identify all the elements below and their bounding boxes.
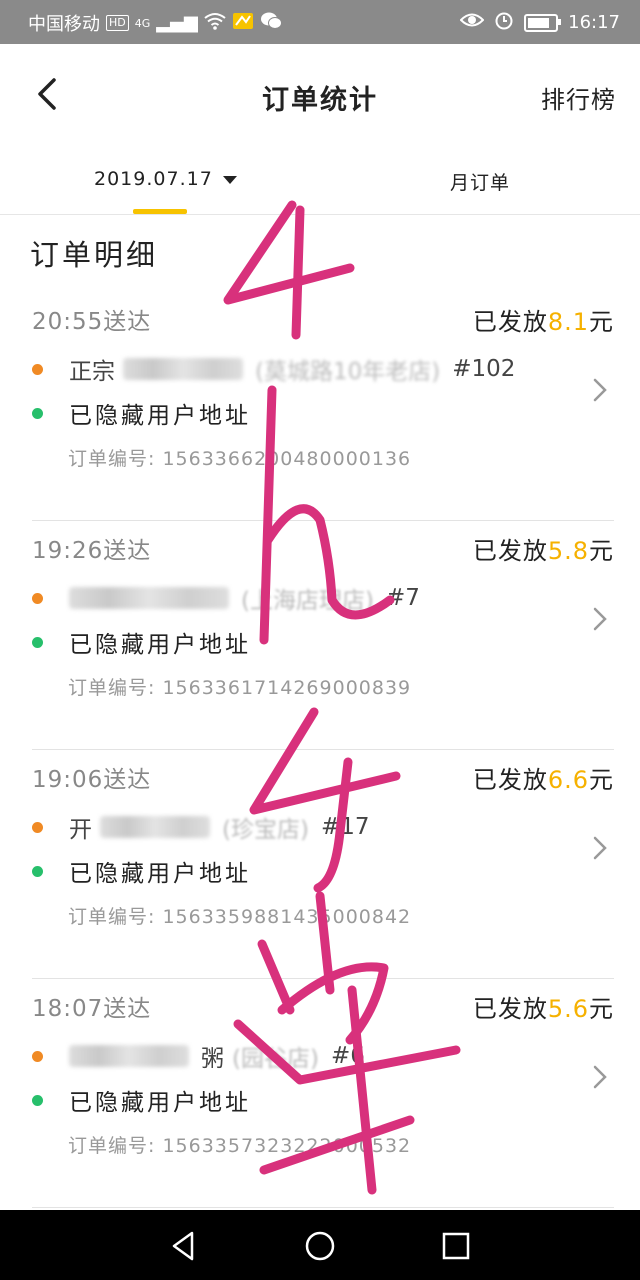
shop-number: #17 xyxy=(320,814,370,840)
shop-dot-icon xyxy=(32,821,43,833)
order-number: 订单编号: 1563359881435000842 xyxy=(68,906,412,928)
order-number: 订单编号: 1563366200480000136 xyxy=(68,448,412,470)
shop-row: (上海店理店) #7 xyxy=(32,581,420,615)
chevron-right-icon xyxy=(593,836,607,860)
caret-down-icon xyxy=(222,176,237,184)
delivery-time: 19:26送达 xyxy=(32,538,152,564)
hd-badge: HD xyxy=(106,15,129,31)
address-row: 已隐藏用户地址 xyxy=(32,854,251,888)
wechat-icon xyxy=(260,11,282,36)
order-number: 订单编号: 1563361714269000839 xyxy=(68,677,412,699)
tab-active-indicator xyxy=(133,209,187,214)
tab-bar: 2019.07.17 月订单 xyxy=(0,144,640,215)
order-number: 订单编号: 1563357323222000532 xyxy=(68,1135,412,1157)
shop-number: #7 xyxy=(385,585,420,611)
shop-name: 开 (珍宝店) xyxy=(69,816,309,843)
shop-name: 粥 (园谷店) xyxy=(69,1039,319,1073)
shop-row: 正宗 (莫城路10年老店) #102 xyxy=(32,352,515,386)
recents-square-icon[interactable] xyxy=(438,1228,474,1264)
order-item[interactable]: 20:55送达 已发放8.1元 正宗 (莫城路10年老店) #102 已隐藏用户地… xyxy=(32,292,614,521)
app-notification-icon xyxy=(232,11,254,36)
redacted-text xyxy=(69,1045,189,1067)
delivery-time: 18:07送达 xyxy=(32,996,152,1022)
shop-row: 粥 (园谷店) #6 xyxy=(32,1039,365,1073)
eye-comfort-icon xyxy=(459,11,485,34)
address-row: 已隐藏用户地址 xyxy=(32,1083,251,1117)
delivery-time: 19:06送达 xyxy=(32,767,152,793)
back-triangle-icon[interactable] xyxy=(166,1228,202,1264)
home-circle-icon[interactable] xyxy=(302,1228,338,1264)
payout-status: 已发放8.1元 xyxy=(472,308,614,336)
chevron-right-icon xyxy=(593,607,607,631)
redacted-text xyxy=(100,816,210,838)
shop-dot-icon xyxy=(32,592,43,604)
delivery-time: 20:55送达 xyxy=(32,309,152,335)
shop-dot-icon xyxy=(32,1050,43,1062)
ranking-button[interactable]: 排行榜 xyxy=(541,80,616,115)
nav-bar: 订单统计 排行榜 xyxy=(0,44,640,144)
redacted-text xyxy=(123,358,243,380)
handwritten-stroke xyxy=(223,200,355,305)
address-dot-icon xyxy=(32,636,43,648)
address-dot-icon xyxy=(32,407,43,419)
address-text: 已隐藏用户地址 xyxy=(69,632,251,658)
shop-dot-icon xyxy=(32,363,43,375)
address-text: 已隐藏用户地址 xyxy=(69,1090,251,1116)
payout-amount: 6.6 xyxy=(547,766,589,794)
shop-name: 正宗 (莫城路10年老店) xyxy=(69,358,441,385)
status-bar: 中国移动 HD 4G ▂▄▆ 16:17 xyxy=(0,0,640,44)
tab-monthly-orders[interactable]: 月订单 xyxy=(450,168,510,195)
address-row: 已隐藏用户地址 xyxy=(32,625,251,659)
payout-status: 已发放5.8元 xyxy=(472,537,614,565)
signal-icon: ▂▄▆ xyxy=(156,12,198,33)
redacted-text xyxy=(69,587,229,609)
tab-date[interactable]: 2019.07.17 xyxy=(94,168,237,190)
payout-amount: 5.6 xyxy=(547,995,589,1023)
system-nav-bar xyxy=(0,1210,640,1280)
payout-status: 已发放5.6元 xyxy=(472,995,614,1023)
chevron-right-icon xyxy=(593,1065,607,1089)
payout-amount: 5.8 xyxy=(547,537,589,565)
shop-number: #6 xyxy=(330,1043,365,1069)
battery-icon xyxy=(524,13,562,32)
address-dot-icon xyxy=(32,1094,43,1106)
payout-amount: 8.1 xyxy=(547,308,589,336)
alarm-icon xyxy=(494,10,514,35)
wifi-icon xyxy=(204,12,226,35)
section-title: 订单明细 xyxy=(30,238,159,272)
payout-status: 已发放6.6元 xyxy=(472,766,614,794)
shop-name: (上海店理店) xyxy=(69,581,374,615)
order-item[interactable]: 19:26送达 已发放5.8元 (上海店理店) #7 已隐藏用户地址 订单编号:… xyxy=(32,521,614,750)
shop-row: 开 (珍宝店) #17 xyxy=(32,810,370,844)
order-item[interactable]: 18:07送达 已发放5.6元 粥 (园谷店) #6 已隐藏用户地址 订单编号: … xyxy=(32,979,614,1208)
address-text: 已隐藏用户地址 xyxy=(69,861,251,887)
address-dot-icon xyxy=(32,865,43,877)
network-type: 4G xyxy=(134,16,151,30)
clock: 16:17 xyxy=(568,12,620,33)
address-row: 已隐藏用户地址 xyxy=(32,396,251,430)
order-list: 20:55送达 已发放8.1元 正宗 (莫城路10年老店) #102 已隐藏用户地… xyxy=(32,292,614,1208)
shop-number: #102 xyxy=(452,356,516,382)
order-item[interactable]: 19:06送达 已发放6.6元 开 (珍宝店) #17 已隐藏用户地址 订单编号:… xyxy=(32,750,614,979)
address-text: 已隐藏用户地址 xyxy=(69,403,251,429)
carrier-label: 中国移动 xyxy=(28,14,100,35)
date-label: 2019.07.17 xyxy=(94,168,213,190)
chevron-right-icon xyxy=(593,378,607,402)
